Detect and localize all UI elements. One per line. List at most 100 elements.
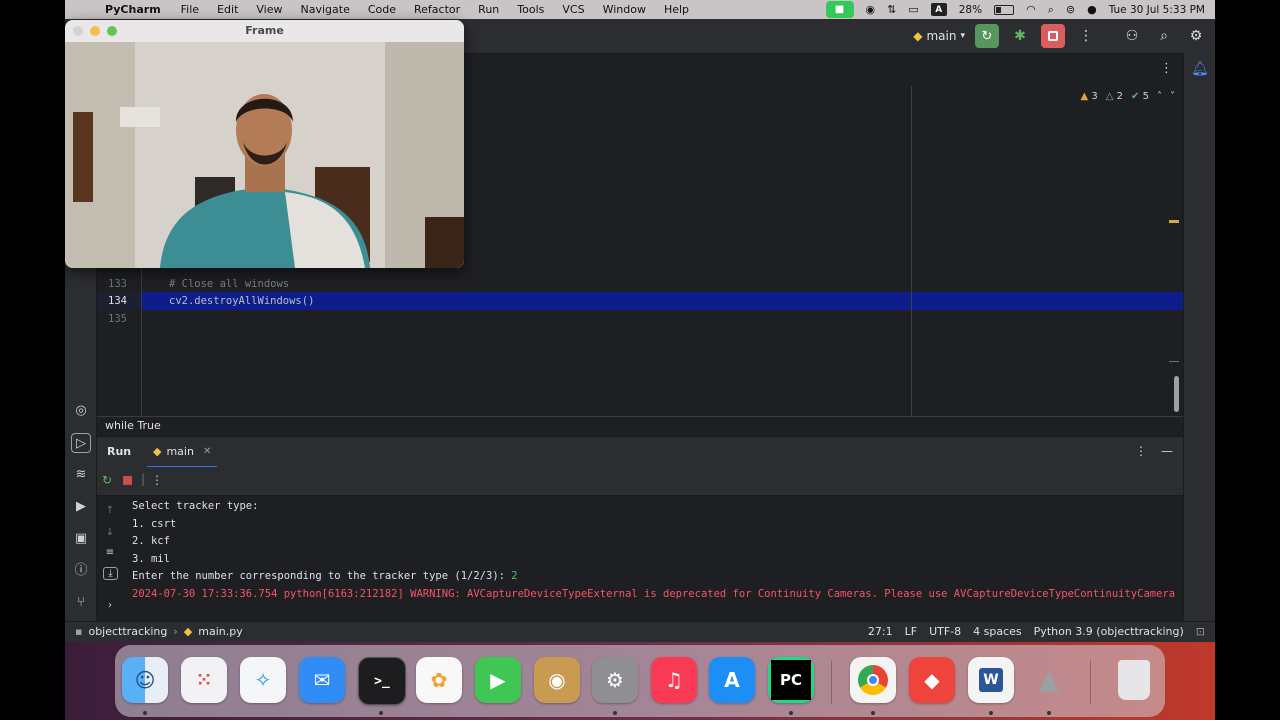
lock-icon[interactable]: ⊡ bbox=[1196, 625, 1205, 638]
spotlight-icon[interactable]: ⌕ bbox=[1048, 3, 1054, 17]
tab-actions-icon[interactable]: ⋮ bbox=[1160, 61, 1173, 76]
rerun-button[interactable]: ↻ bbox=[975, 24, 999, 48]
status-bar: ▪ objecttracking › ◆ main.py 27:1 LF UTF… bbox=[65, 621, 1215, 643]
airdrop-icon[interactable]: ⇅ bbox=[887, 3, 896, 16]
pycharm-icon[interactable]: PC bbox=[768, 657, 814, 703]
chevron-down-icon: ▾ bbox=[960, 31, 965, 41]
camera-in-use-icon[interactable]: ■ bbox=[825, 1, 854, 18]
python-icon: ◆ bbox=[913, 29, 923, 43]
running-indicator bbox=[143, 711, 147, 715]
rerun-icon[interactable]: ↻ bbox=[102, 473, 112, 487]
line-separator[interactable]: LF bbox=[905, 625, 917, 638]
photos-icon[interactable]: ✿ bbox=[416, 657, 462, 703]
menu-run[interactable]: Run bbox=[478, 3, 499, 16]
weak-warning-count: △ 2 bbox=[1105, 91, 1124, 102]
problems-icon[interactable]: ⓘ bbox=[71, 561, 91, 581]
notifications-bell-icon[interactable]: 🔔︎ bbox=[1191, 61, 1209, 77]
arrow-up-icon[interactable]: ↑ bbox=[103, 505, 117, 516]
menu-edit[interactable]: Edit bbox=[217, 3, 238, 16]
display-icon[interactable]: ▭ bbox=[908, 3, 918, 16]
menu-view[interactable]: View bbox=[256, 3, 282, 16]
launchpad-icon[interactable]: ⁙ bbox=[181, 657, 227, 703]
status-project[interactable]: objecttracking bbox=[88, 625, 167, 638]
finder-icon[interactable]: ☺ bbox=[122, 657, 168, 703]
anydesk-icon[interactable]: ◆ bbox=[909, 657, 955, 703]
menu-help[interactable]: Help bbox=[664, 3, 689, 16]
layers-icon[interactable]: ≋ bbox=[71, 465, 91, 485]
tab-run-main[interactable]: ◆ main ✕ bbox=[147, 437, 218, 468]
wifi-icon[interactable]: ◠ bbox=[1026, 3, 1036, 16]
stop-button[interactable] bbox=[1041, 24, 1065, 48]
chevron-down-icon[interactable]: ˅ bbox=[1170, 91, 1175, 102]
menu-tools[interactable]: Tools bbox=[517, 3, 544, 16]
run-tool-icon[interactable]: ▷ bbox=[71, 433, 91, 453]
git-icon[interactable]: ⑂ bbox=[71, 593, 91, 613]
project-icon: ▪ bbox=[75, 625, 83, 638]
menu-file[interactable]: File bbox=[181, 3, 199, 16]
console-output-line: 1. csrt bbox=[132, 518, 177, 530]
siri-icon[interactable]: ● bbox=[1087, 3, 1097, 16]
right-margin-guide bbox=[911, 86, 912, 416]
scrollbar-marker[interactable] bbox=[1169, 361, 1179, 362]
code-line[interactable]: # Close all windows bbox=[169, 278, 289, 290]
run-more-icon[interactable]: ⋮ bbox=[151, 473, 163, 487]
python-launcher-icon[interactable]: ▲ bbox=[1026, 657, 1072, 703]
frame-titlebar[interactable]: Frame bbox=[65, 20, 464, 43]
scroll-to-end-icon[interactable]: ⤓ bbox=[103, 567, 118, 580]
running-indicator bbox=[789, 711, 793, 715]
expand-icon[interactable]: › bbox=[103, 600, 117, 611]
safari-icon[interactable]: ✧ bbox=[240, 657, 286, 703]
system-settings-icon[interactable]: ⚙ bbox=[592, 657, 638, 703]
run-console[interactable]: ↑ ↓ ≡ ⤓ › Select tracker type: 1. csrt 2… bbox=[97, 496, 1183, 620]
search-icon[interactable]: ⌕ bbox=[1153, 28, 1175, 44]
battery-icon[interactable] bbox=[994, 4, 1015, 15]
menu-vcs[interactable]: VCS bbox=[562, 3, 584, 16]
python-interpreter[interactable]: Python 3.9 (objecttracking) bbox=[1034, 625, 1184, 638]
code-line[interactable]: cv2.destroyAllWindows() bbox=[169, 295, 314, 307]
branch-selector[interactable]: ◆ main ▾ bbox=[913, 29, 965, 43]
python-console-icon[interactable]: ◎ bbox=[71, 401, 91, 421]
camera-frame-window[interactable]: Frame bbox=[65, 20, 464, 268]
contacts-icon[interactable]: ◉ bbox=[534, 657, 580, 703]
menu-app-name[interactable]: PyCharm bbox=[105, 3, 161, 16]
scrollbar-warning-marker[interactable] bbox=[1169, 220, 1179, 223]
inspection-widget[interactable]: ▲ 3 △ 2 ✔ 5 ˄ ˅ bbox=[1081, 91, 1175, 102]
right-tool-stripe: 🔔︎ bbox=[1183, 53, 1215, 621]
add-user-icon[interactable]: ⚇ bbox=[1121, 28, 1143, 44]
terminal-icon[interactable]: >_ bbox=[358, 657, 406, 705]
app-store-icon[interactable]: A bbox=[709, 657, 755, 703]
stop-icon[interactable] bbox=[123, 476, 132, 485]
code-breadcrumb-bar: while True bbox=[97, 416, 1183, 436]
more-actions-icon[interactable]: ⋮ bbox=[1075, 28, 1097, 44]
menu-refactor[interactable]: Refactor bbox=[414, 3, 460, 16]
clock[interactable]: Tue 30 Jul 5:33 PM bbox=[1109, 4, 1205, 16]
control-center-icon[interactable]: ⊜ bbox=[1066, 3, 1075, 16]
settings-gear-icon[interactable]: ⚙ bbox=[1185, 28, 1207, 44]
minimize-icon[interactable]: — bbox=[1161, 444, 1173, 458]
mail-icon[interactable]: ✉ bbox=[299, 657, 345, 703]
terminal-tool-icon[interactable]: ▣ bbox=[71, 529, 91, 549]
services-icon[interactable]: ▶ bbox=[71, 497, 91, 517]
menu-code[interactable]: Code bbox=[368, 3, 396, 16]
close-icon[interactable]: ✕ bbox=[203, 446, 211, 457]
record-icon[interactable]: ◉ bbox=[866, 3, 876, 16]
soft-wrap-icon[interactable]: ≡ bbox=[103, 547, 117, 558]
trash-icon[interactable] bbox=[1111, 657, 1157, 703]
run-panel-options-icon[interactable]: ⋮ bbox=[1135, 444, 1147, 458]
caret-position[interactable]: 27:1 bbox=[868, 625, 893, 638]
code-breadcrumb[interactable]: while True bbox=[105, 419, 161, 432]
menu-window[interactable]: Window bbox=[603, 3, 646, 16]
chevron-up-icon[interactable]: ˄ bbox=[1157, 91, 1162, 102]
music-icon[interactable]: ♫ bbox=[651, 657, 697, 703]
debug-icon[interactable]: ✱ bbox=[1009, 28, 1031, 44]
status-file[interactable]: main.py bbox=[198, 625, 242, 638]
input-source-indicator[interactable]: A bbox=[930, 3, 947, 16]
file-encoding[interactable]: UTF-8 bbox=[929, 625, 961, 638]
indent-setting[interactable]: 4 spaces bbox=[973, 625, 1022, 638]
arrow-down-icon[interactable]: ↓ bbox=[103, 527, 117, 538]
facetime-icon[interactable]: ▶ bbox=[475, 657, 521, 703]
menu-navigate[interactable]: Navigate bbox=[301, 3, 350, 16]
chrome-icon[interactable] bbox=[850, 657, 896, 703]
word-icon[interactable]: W bbox=[968, 657, 1014, 703]
editor-scrollbar-thumb[interactable] bbox=[1174, 376, 1179, 412]
